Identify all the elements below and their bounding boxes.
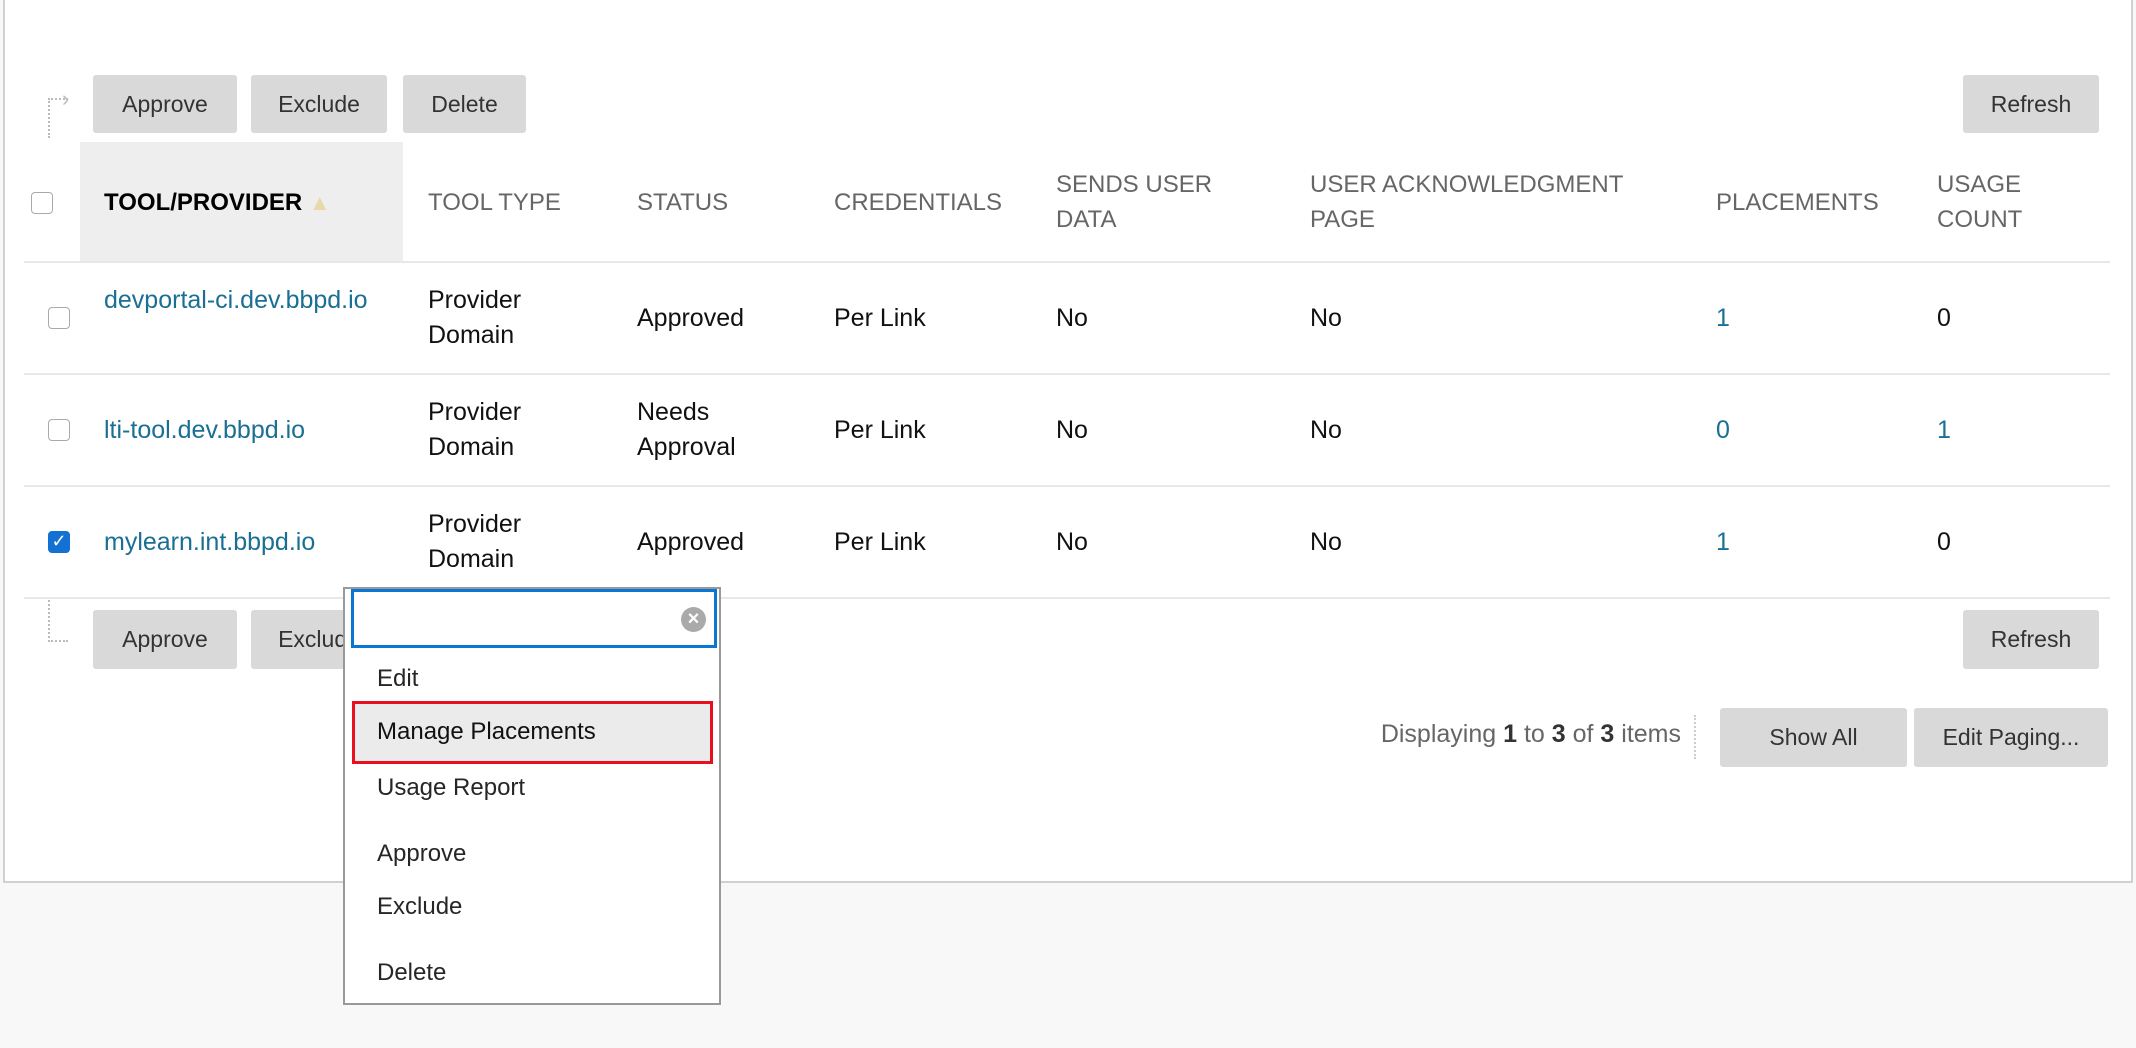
sort-up-triangle-icon: ▲ <box>308 190 331 215</box>
tool-link[interactable]: mylearn.int.bbpd.io <box>104 525 315 560</box>
row-checkbox[interactable] <box>48 307 70 329</box>
column-user-acknowledgment-page[interactable]: USER ACKNOWLEDGMENT PAGE <box>1310 167 1623 237</box>
placements-link[interactable]: 1 <box>1716 301 1730 336</box>
column-usage-count[interactable]: USAGE COUNT <box>1937 167 2022 237</box>
delete-button[interactable]: Delete <box>403 75 526 133</box>
cell-line: Domain <box>428 433 515 461</box>
menu-item-approve[interactable]: Approve <box>377 840 466 868</box>
cell-sends-user-data: No <box>1056 304 1088 332</box>
paging-summary: Displaying 1 to 3 of 3 items <box>1380 720 1681 748</box>
usage-count: 0 <box>1937 528 1951 556</box>
approve-button[interactable]: Approve <box>93 75 237 133</box>
exclude-button[interactable]: Exclude <box>251 75 387 133</box>
menu-item-exclude[interactable]: Exclude <box>377 893 462 921</box>
placements-link[interactable]: 1 <box>1716 525 1730 560</box>
cell-status: Approved <box>637 301 744 336</box>
divider <box>24 597 2110 599</box>
cell-line: Domain <box>428 321 515 349</box>
cell-line: Provider <box>428 286 522 314</box>
refresh-button[interactable]: Refresh <box>1963 75 2099 133</box>
cell-type: Provider Domain <box>428 283 521 353</box>
cell-status: Approved <box>637 525 744 560</box>
clear-search-icon[interactable]: × <box>681 607 706 632</box>
label-line: SENDS USER <box>1056 171 1213 198</box>
label-line: USAGE <box>1937 171 2022 198</box>
divider <box>24 261 2110 263</box>
menu-item-delete[interactable]: Delete <box>377 959 446 987</box>
column-status[interactable]: STATUS <box>637 185 728 220</box>
cell-sends-user-data: No <box>1056 416 1088 444</box>
cell-line: Provider <box>428 510 522 538</box>
cell-line: Needs <box>637 398 710 426</box>
cell-line: Domain <box>428 545 515 573</box>
context-menu: × Edit Manage Placements Usage Report Ap… <box>343 587 721 1005</box>
show-all-button[interactable]: Show All <box>1720 708 1907 767</box>
approve-button-bottom[interactable]: Approve <box>93 610 237 669</box>
cell-line: Approval <box>637 433 736 461</box>
placements-link[interactable]: 0 <box>1716 413 1730 448</box>
usage-count[interactable]: 1 <box>1937 413 1951 448</box>
label-line: USER ACKNOWLEDGMENT <box>1310 171 1624 198</box>
cell-acknowledgment: No <box>1310 416 1342 444</box>
column-label: TOOL/PROVIDER <box>104 189 303 216</box>
refresh-button-bottom[interactable]: Refresh <box>1963 610 2099 669</box>
column-sends-user-data[interactable]: SENDS USER DATA <box>1056 167 1212 237</box>
label-line: PAGE <box>1310 206 1375 233</box>
column-credentials[interactable]: CREDENTIALS <box>834 185 1002 220</box>
row-checkbox[interactable]: ✓ <box>48 531 70 553</box>
column-tool-type[interactable]: TOOL TYPE <box>428 185 561 220</box>
cell-acknowledgment: No <box>1310 528 1342 556</box>
label-line: DATA <box>1056 206 1117 233</box>
menu-item-label: Manage Placements <box>377 718 596 745</box>
menu-search-input[interactable] <box>351 589 717 648</box>
cell-status: Needs Approval <box>637 395 736 465</box>
tool-link[interactable]: lti-tool.dev.bbpd.io <box>104 413 305 448</box>
cell-credentials: Per Link <box>834 528 926 556</box>
divider <box>24 485 2110 487</box>
tool-link[interactable]: devportal-ci.dev.bbpd.io <box>104 283 368 318</box>
usage-count: 0 <box>1937 304 1951 332</box>
arrow-head-icon: › <box>62 86 70 111</box>
cell-credentials: Per Link <box>834 304 926 332</box>
cell-line: Provider <box>428 398 522 426</box>
bulk-action-arrow-icon <box>48 600 68 642</box>
column-tool-provider[interactable]: TOOL/PROVIDER ▲ <box>104 185 331 220</box>
cell-credentials: Per Link <box>834 416 926 444</box>
divider <box>1694 715 1696 759</box>
edit-paging-button[interactable]: Edit Paging... <box>1914 708 2108 767</box>
column-placements[interactable]: PLACEMENTS <box>1716 185 1879 220</box>
menu-item-usage-report[interactable]: Usage Report <box>377 774 525 802</box>
cell-line: Approved <box>637 304 745 332</box>
row-checkbox[interactable] <box>48 419 70 441</box>
cell-line: Approved <box>637 528 745 556</box>
cell-type: Provider Domain <box>428 507 521 577</box>
cell-sends-user-data: No <box>1056 528 1088 556</box>
cell-type: Provider Domain <box>428 395 521 465</box>
cell-acknowledgment: No <box>1310 304 1342 332</box>
divider <box>24 373 2110 375</box>
menu-item-manage-placements[interactable]: Manage Placements <box>352 701 713 764</box>
label-line: COUNT <box>1937 206 2023 233</box>
select-all-checkbox[interactable] <box>31 192 53 214</box>
menu-item-edit[interactable]: Edit <box>377 665 418 693</box>
